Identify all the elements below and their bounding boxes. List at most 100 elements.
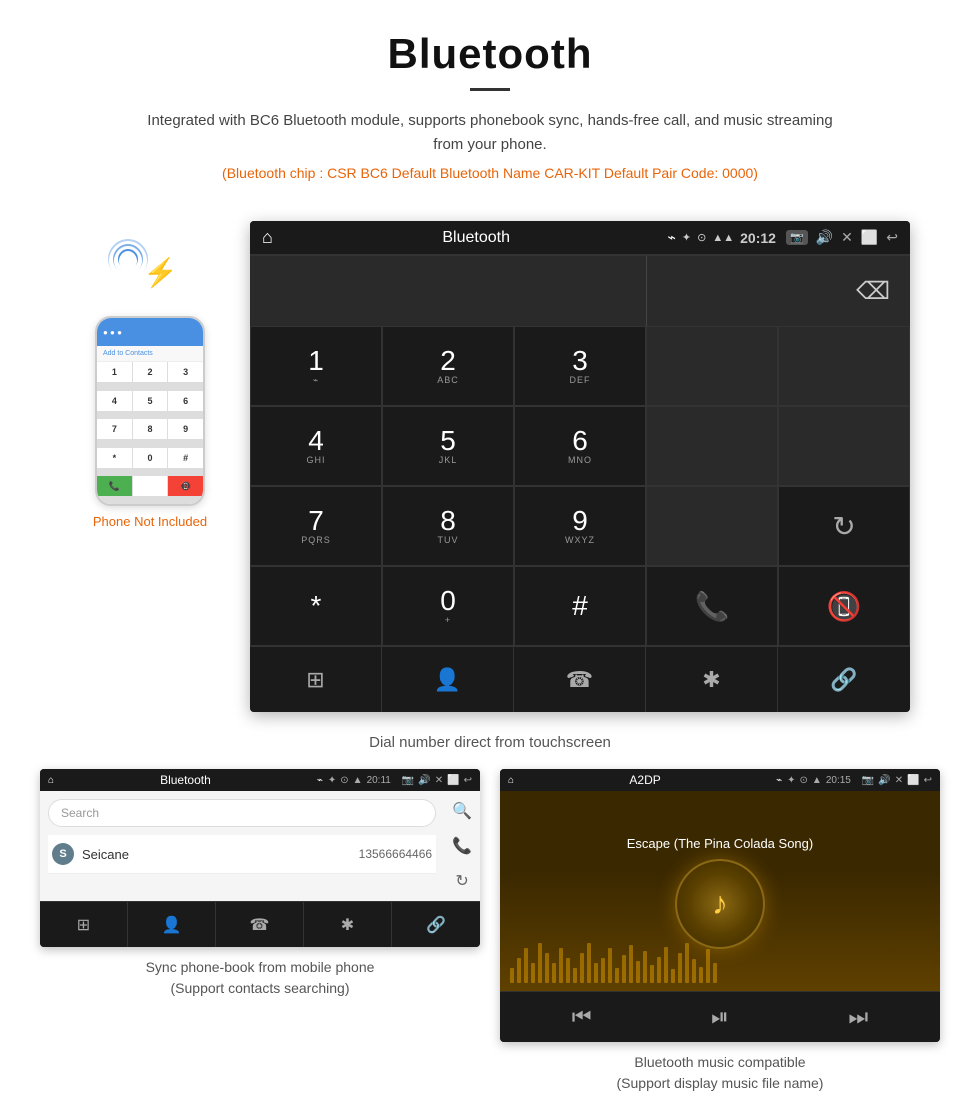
dial-display [250, 256, 646, 326]
dial-key-3-main: 3 [572, 347, 588, 375]
nav-calls-button[interactable]: ☎ [514, 647, 646, 712]
page-description: Integrated with BC6 Bluetooth module, su… [140, 109, 840, 157]
pb-nav-calls[interactable]: ☎ [216, 902, 304, 947]
car-statusbar: ⌂ Bluetooth ⌁ ✦ ⊙ ▲▲ 20:12 📷 🔊 ✕ ⬜ ↩ [250, 221, 910, 255]
music-controls: ⏮ ⏯ ⏭ [500, 991, 940, 1042]
call-green-icon: 📞 [695, 590, 730, 623]
dial-key-4[interactable]: 4 GHI [250, 406, 382, 486]
dial-key-star[interactable]: * [250, 566, 382, 646]
pb-back-icon[interactable]: ↩ [464, 775, 472, 786]
eq-bar [587, 943, 591, 983]
dial-key-3[interactable]: 3 DEF [514, 326, 646, 406]
ms-right-icons: 📷 🔊 ✕ ⬜ ↩ [862, 775, 932, 786]
eq-bar [699, 967, 703, 983]
pb-close-icon[interactable]: ✕ [435, 775, 443, 786]
phonebook-search-input[interactable]: Search [48, 799, 436, 827]
dial-key-1[interactable]: 1 ⌁ [250, 326, 382, 406]
eq-bar [643, 951, 647, 983]
dial-key-8-main: 8 [440, 507, 456, 535]
entry-number: 13566664466 [359, 847, 432, 861]
pb-vol-icon[interactable]: 🔊 [418, 775, 430, 786]
nav-bluetooth-button[interactable]: ✱ [646, 647, 778, 712]
dial-key-7-main: 7 [308, 507, 324, 535]
contacts-icon: 👤 [434, 667, 461, 693]
eq-bar [573, 968, 577, 983]
dial-refresh-button[interactable]: ↻ [778, 486, 910, 566]
ms-close-icon[interactable]: ✕ [895, 775, 903, 786]
music-display: ⌂ A2DP ⌁ ✦ ⊙ ▲ 20:15 📷 🔊 ✕ ⬜ ↩ [500, 769, 940, 1042]
phone-screen: ● ● ● Add to Contacts 1 2 3 4 5 6 7 8 9 … [97, 318, 203, 504]
dial-key-0[interactable]: 0 + [382, 566, 514, 646]
bottom-screens: ⌂ Bluetooth ⌁ ✦ ⊙ ▲ 20:11 📷 🔊 ✕ ⬜ ↩ [0, 769, 980, 1114]
screen-icon[interactable]: ⬜ [861, 229, 878, 246]
phone-add-contact: Add to Contacts [97, 346, 203, 362]
dial-backspace[interactable]: ⌫ [646, 256, 910, 326]
close-icon[interactable]: ✕ [841, 229, 853, 246]
phone-key-5: 5 [133, 391, 168, 411]
next-track-button[interactable]: ⏭ [848, 1004, 868, 1030]
pb-status-icons: ✦ ⊙ ▲ 20:11 [328, 775, 391, 786]
dial-key-6[interactable]: 6 MNO [514, 406, 646, 486]
usb-icon: ⌁ [667, 229, 675, 246]
phone-screen-header: ● ● ● [97, 318, 203, 346]
ms-status-title: A2DP [519, 773, 771, 787]
dial-end-button[interactable]: 📵 [778, 566, 910, 646]
pb-phone-icon[interactable]: 📞 [452, 836, 472, 856]
camera-icon[interactable]: 📷 [786, 230, 808, 245]
eq-bar [615, 968, 619, 983]
eq-bar [594, 963, 598, 983]
signal-status-icon: ▲▲ [712, 232, 734, 244]
ms-bt-icon: ✦ [787, 775, 795, 786]
pb-nav-link[interactable]: 🔗 [392, 902, 480, 947]
nav-link-button[interactable]: 🔗 [778, 647, 910, 712]
play-pause-button[interactable]: ⏯ [711, 1004, 729, 1030]
dial-key-8[interactable]: 8 TUV [382, 486, 514, 566]
dial-key-9-main: 9 [572, 507, 588, 535]
phonebook-caption-line2: (Support contacts searching) [171, 980, 350, 996]
music-note-icon: ♪ [712, 885, 728, 922]
dial-call-button[interactable]: 📞 [646, 566, 778, 646]
dial-key-7[interactable]: 7 PQRS [250, 486, 382, 566]
calls-icon: ☎ [566, 667, 593, 693]
pb-screen-icon[interactable]: ⬜ [447, 775, 459, 786]
ms-status-icons: ✦ ⊙ ▲ 20:15 [787, 775, 851, 786]
pb-right-icons: 📷 🔊 ✕ ⬜ ↩ [402, 775, 472, 786]
eq-bar [713, 963, 717, 983]
home-icon[interactable]: ⌂ [262, 227, 273, 248]
pb-signal-icon: ▲ [353, 775, 363, 786]
pb-home-icon[interactable]: ⌂ [48, 775, 54, 786]
ms-screen-icon[interactable]: ⬜ [907, 775, 919, 786]
car-display-title: Bluetooth [285, 229, 668, 247]
bottom-nav: ⊞ 👤 ☎ ✱ 🔗 [250, 646, 910, 712]
dial-key-2[interactable]: 2 ABC [382, 326, 514, 406]
dial-key-7-sub: PQRS [301, 535, 331, 545]
nav-contacts-button[interactable]: 👤 [382, 647, 514, 712]
phone-key-0: 0 [133, 448, 168, 468]
pb-nav-contacts[interactable]: 👤 [128, 902, 216, 947]
phone-key-8: 8 [133, 419, 168, 439]
back-icon[interactable]: ↩ [886, 229, 898, 246]
pb-nav-bt[interactable]: ✱ [304, 902, 392, 947]
ms-vol-icon[interactable]: 🔊 [878, 775, 890, 786]
volume-icon[interactable]: 🔊 [816, 229, 833, 246]
ms-back-icon[interactable]: ↩ [924, 775, 932, 786]
pb-refresh-icon[interactable]: ↻ [455, 871, 468, 891]
pb-bt-icon: ✦ [328, 775, 336, 786]
ms-usb-icon: ⌁ [776, 775, 782, 786]
dial-key-9[interactable]: 9 WXYZ [514, 486, 646, 566]
pb-search-icon[interactable]: 🔍 [452, 801, 472, 821]
dial-key-5[interactable]: 5 JKL [382, 406, 514, 486]
pb-gps-icon: ⊙ [340, 775, 348, 786]
ms-cam-icon[interactable]: 📷 [862, 775, 874, 786]
pb-nav-dialpad[interactable]: ⊞ [40, 902, 128, 947]
dial-key-hash[interactable]: # [514, 566, 646, 646]
phone-key-6: 6 [168, 391, 203, 411]
prev-track-button[interactable]: ⏮ [572, 1004, 592, 1030]
equalizer-dots [510, 943, 930, 983]
dial-key-5-main: 5 [440, 427, 456, 455]
eq-bar [629, 945, 633, 983]
ms-home-icon[interactable]: ⌂ [508, 775, 514, 786]
nav-dialpad-button[interactable]: ⊞ [250, 647, 382, 712]
pb-cam-icon[interactable]: 📷 [402, 775, 414, 786]
gps-status-icon: ⊙ [697, 231, 706, 244]
